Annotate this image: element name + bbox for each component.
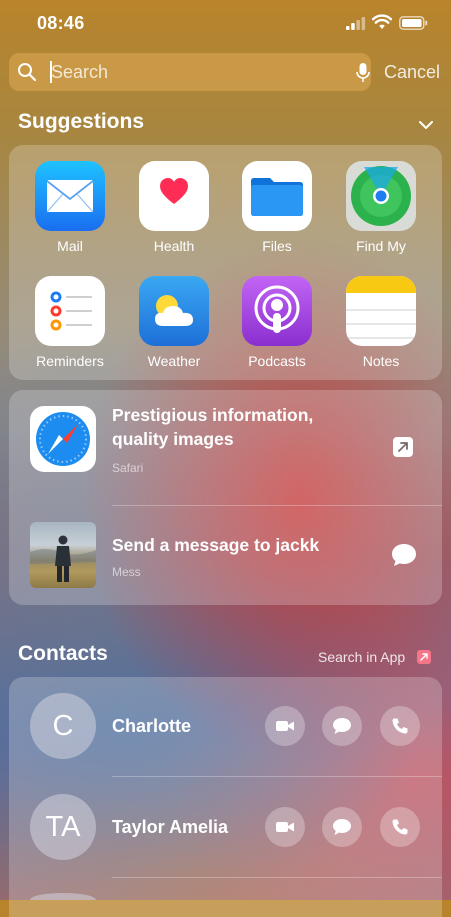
app-label: Health (153, 238, 195, 254)
video-camera-icon (276, 822, 294, 832)
app-label: Reminders (36, 353, 104, 369)
photo-thumbnail (30, 522, 96, 588)
app-reminders[interactable]: Reminders (20, 276, 120, 369)
app-notes[interactable]: Notes (331, 276, 431, 369)
chevron-down-icon[interactable] (418, 117, 434, 135)
wifi-icon (371, 14, 393, 35)
app-label: Files (262, 238, 292, 254)
podcasts-icon (242, 276, 312, 346)
microphone-icon[interactable] (356, 62, 370, 89)
message-button[interactable] (322, 706, 362, 746)
call-button[interactable] (380, 807, 420, 847)
open-link-icon[interactable] (393, 437, 413, 462)
app-label: Notes (362, 353, 400, 369)
search-in-app-link[interactable]: Search in App (318, 649, 405, 665)
app-health[interactable]: Health (124, 161, 224, 254)
phone-icon (392, 819, 408, 835)
app-label: Find My (356, 238, 406, 254)
app-find-my[interactable]: Find My (331, 161, 431, 254)
safari-icon (30, 406, 96, 472)
contact-name: Charlotte (112, 716, 192, 736)
suggestion-source: Mess (112, 565, 141, 579)
suggestion-source: Safari (112, 461, 144, 475)
cancel-button[interactable]: Cancel (384, 62, 440, 83)
app-files[interactable]: Files (227, 161, 327, 254)
weather-icon (139, 276, 209, 346)
suggestions-title: Suggestions (18, 110, 145, 133)
app-mail[interactable]: Mail (20, 161, 120, 254)
files-icon (242, 161, 312, 231)
divider (112, 877, 442, 878)
cellular-signal-icon (346, 17, 366, 35)
reminders-icon (35, 276, 105, 346)
avatar: C (30, 693, 96, 759)
status-bar: 08:46 (0, 0, 451, 46)
message-button[interactable] (322, 807, 362, 847)
find-my-icon (346, 161, 416, 231)
battery-icon (399, 16, 428, 35)
phone-icon (392, 718, 408, 734)
message-bubble-icon (333, 819, 351, 835)
app-label: Weather (147, 353, 201, 369)
status-time: 08:46 (37, 13, 85, 33)
app-podcasts[interactable]: Podcasts (227, 276, 327, 369)
mail-icon (35, 161, 105, 231)
facetime-button[interactable] (265, 706, 305, 746)
search-icon (17, 62, 37, 87)
contact-name: Taylor Amelia (112, 817, 229, 837)
notes-icon (346, 276, 416, 346)
message-bubble-icon[interactable] (390, 542, 418, 573)
facetime-button[interactable] (265, 807, 305, 847)
app-label: Podcasts (248, 353, 306, 369)
video-camera-icon (276, 721, 294, 731)
suggestion-title: Send a message to jackk (112, 535, 320, 555)
message-bubble-icon (333, 718, 351, 734)
search-field[interactable]: Search (9, 53, 371, 91)
app-weather[interactable]: Weather (124, 276, 224, 369)
app-label: Mail (57, 238, 83, 254)
avatar: TA (30, 794, 96, 860)
open-link-icon[interactable] (417, 650, 431, 669)
suggestion-title: Prestigious information, quality images (112, 405, 314, 449)
contacts-title: Contacts (18, 642, 108, 665)
health-icon (139, 161, 209, 231)
call-button[interactable] (380, 706, 420, 746)
search-placeholder: Search (51, 62, 109, 82)
avatar (30, 893, 96, 900)
